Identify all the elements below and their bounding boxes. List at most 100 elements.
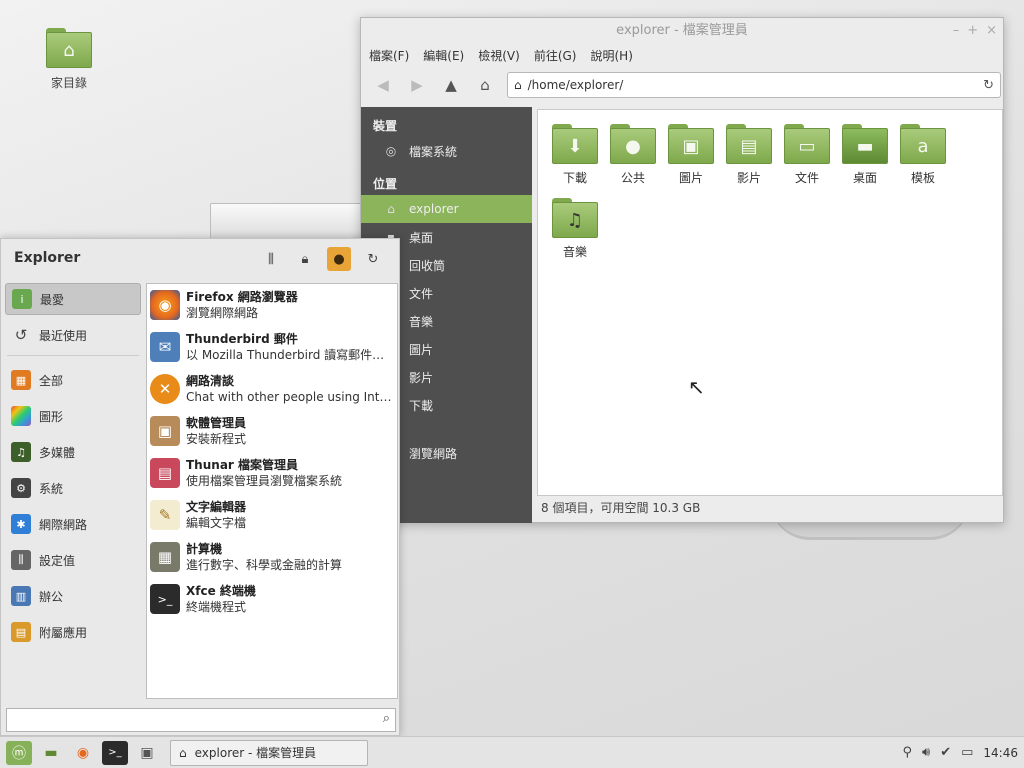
sidebar-item-label: 下載 bbox=[409, 398, 434, 413]
category-all[interactable]: ▦ 全部 bbox=[5, 364, 141, 396]
settings-manager-icon[interactable]: ⫼ bbox=[259, 247, 283, 271]
category-multimedia[interactable]: ♫ 多媒體 bbox=[5, 436, 141, 468]
application-menu: Explorer ⫼ 🔒︎ ● ↻ i 最愛 ↺ 最近使用 ▦ 全部 圖形 ♫ … bbox=[0, 238, 400, 736]
firefox-icon: ◉ bbox=[150, 290, 180, 320]
app-item-software-manager[interactable]: ▣ 軟體管理員安裝新程式 bbox=[147, 410, 397, 452]
app-item-thunar[interactable]: ▤ Thunar 檔案管理員 使用檔案管理員瀏覽檔案系統 bbox=[147, 452, 397, 494]
sidebar-item-explorer[interactable]: ⌂ explorer bbox=[361, 195, 532, 223]
search-input[interactable] bbox=[7, 709, 367, 731]
maximize-icon[interactable]: + bbox=[967, 18, 978, 44]
mint-menu-icon[interactable]: ⓜ bbox=[6, 740, 32, 765]
file-label: 下載 bbox=[562, 171, 587, 185]
menu-help[interactable]: 說明(H) bbox=[590, 47, 632, 64]
menubar: 檔案(F) 編輯(E) 檢視(V) 前往(G) 說明(H) bbox=[361, 44, 1003, 66]
close-icon[interactable]: × bbox=[986, 18, 997, 44]
category-divider bbox=[7, 355, 139, 356]
update-shield-icon[interactable]: ✔ bbox=[940, 745, 951, 760]
system-tray: ⚲ 🔊︎ ✔ ▭ 14:46 bbox=[902, 745, 1024, 760]
app-item-text-editor[interactable]: ✎ 文字編輯器 編輯文字檔 bbox=[147, 494, 397, 536]
music-folder-icon: ♫ bbox=[552, 198, 598, 238]
menu-username: Explorer bbox=[14, 250, 81, 266]
category-system[interactable]: ⚙ 系統 bbox=[5, 472, 141, 504]
office-icon: ▥ bbox=[11, 586, 31, 606]
category-office[interactable]: ▥ 辦公 bbox=[5, 580, 141, 612]
search-icon: ⌕ bbox=[382, 711, 390, 726]
category-graphics[interactable]: 圖形 bbox=[5, 400, 141, 432]
menu-edit[interactable]: 編輯(E) bbox=[423, 47, 464, 64]
app-name: 軟體管理員 bbox=[186, 416, 247, 430]
app-name: 計算機 bbox=[186, 542, 223, 556]
menu-view[interactable]: 檢視(V) bbox=[478, 47, 520, 64]
terminal-icon: >_ bbox=[150, 584, 180, 614]
lock-icon[interactable]: 🔒︎ bbox=[293, 247, 317, 271]
chat-icon: ✕ bbox=[150, 374, 180, 404]
app-item-firefox[interactable]: ◉ Firefox 網路瀏覽器 瀏覽網際網路 bbox=[147, 284, 397, 326]
firefox-launcher-icon[interactable]: ◉ bbox=[70, 741, 96, 765]
sidebar-item-label: 桌面 bbox=[409, 230, 434, 245]
app-item-terminal[interactable]: >_ Xfce 終端機 終端機程式 bbox=[147, 578, 397, 620]
file-item[interactable]: ● 公共 bbox=[604, 124, 662, 186]
menu-file[interactable]: 檔案(F) bbox=[369, 47, 409, 64]
desktop-home-icon[interactable]: ⌂ 家目錄 bbox=[38, 28, 100, 91]
app-desc: 安裝新程式 bbox=[186, 432, 247, 446]
file-manager-icon: ▤ bbox=[150, 458, 180, 488]
file-item[interactable]: ▬ 桌面 bbox=[836, 124, 894, 186]
reload-icon[interactable]: ↻ bbox=[983, 78, 994, 93]
forward-icon[interactable]: ▶ bbox=[403, 71, 431, 99]
location-bar[interactable]: ⌂ /home/explorer/ ↻ bbox=[507, 72, 1001, 98]
file-view[interactable]: ⬇ 下載 ● 公共 ▣ 圖片 ▤ 影片 ▭ 文件 ▬ 桌面 a 模板 ♫ 音樂 bbox=[537, 109, 1003, 496]
sidebar-item-filesystem[interactable]: ◎ 檔案系統 bbox=[361, 137, 532, 165]
minimize-icon[interactable]: – bbox=[953, 18, 960, 44]
file-label: 桌面 bbox=[852, 171, 877, 185]
up-icon[interactable]: ▲ bbox=[437, 71, 465, 99]
category-label: 網際網路 bbox=[39, 517, 88, 532]
location-home-icon: ⌂ bbox=[514, 78, 522, 92]
home-icon[interactable]: ⌂ bbox=[471, 71, 499, 99]
app-item-chat[interactable]: ✕ 網路清談 Chat with other people using Inter… bbox=[147, 368, 397, 410]
app-name: 網路清談 bbox=[186, 374, 235, 388]
app-item-calculator[interactable]: ▦ 計算機 進行數字、科學或金融的計算 bbox=[147, 536, 397, 578]
network-icon[interactable]: ⚲ bbox=[902, 745, 912, 760]
sidebar-item-label: 圖片 bbox=[409, 342, 434, 357]
battery-icon[interactable]: ▭ bbox=[961, 745, 973, 760]
file-item[interactable]: ▭ 文件 bbox=[778, 124, 836, 186]
category-accessories[interactable]: ▤ 附屬應用 bbox=[5, 616, 141, 648]
show-desktop-icon[interactable]: ▬ bbox=[38, 741, 64, 765]
file-item[interactable]: ▤ 影片 bbox=[720, 124, 778, 186]
mouse-cursor-icon: ↖ bbox=[688, 375, 705, 399]
menu-go[interactable]: 前往(G) bbox=[534, 47, 577, 64]
file-manager-launcher-icon[interactable]: ▣ bbox=[134, 741, 160, 765]
category-settings[interactable]: ⫼ 設定值 bbox=[5, 544, 141, 576]
volume-icon[interactable]: 🔊︎ bbox=[922, 745, 930, 760]
category-favorites[interactable]: i 最愛 bbox=[5, 283, 141, 315]
switch-user-icon[interactable]: ● bbox=[327, 247, 351, 271]
menu-actions: ⫼ 🔒︎ ● ↻ bbox=[259, 247, 385, 271]
internet-icon: ✱ bbox=[11, 514, 31, 534]
taskbar-window-button[interactable]: ⌂ explorer - 檔案管理員 bbox=[170, 739, 368, 766]
back-icon[interactable]: ◀ bbox=[369, 71, 397, 99]
desktop-folder-icon: ▬ bbox=[842, 124, 888, 164]
category-label: 系統 bbox=[39, 481, 64, 496]
app-desc: 終端機程式 bbox=[186, 600, 247, 614]
status-bar: 8 個項目，可用空間 10.3 GB bbox=[541, 501, 701, 515]
file-item[interactable]: a 模板 bbox=[894, 124, 952, 186]
file-item[interactable]: ⬇ 下載 bbox=[546, 124, 604, 186]
category-label: 附屬應用 bbox=[39, 625, 88, 640]
category-recent[interactable]: ↺ 最近使用 bbox=[5, 319, 141, 351]
app-item-thunderbird[interactable]: ✉ Thunderbird 郵件以 Mozilla Thunderbird 讀寫… bbox=[147, 326, 397, 368]
clock[interactable]: 14:46 bbox=[983, 746, 1018, 760]
home-icon: ⌂ bbox=[179, 745, 187, 760]
devices-header: 裝置 bbox=[373, 119, 398, 133]
terminal-launcher-icon[interactable]: >_ bbox=[102, 740, 128, 765]
sidebar-item-label: 影片 bbox=[409, 370, 434, 385]
window-title: explorer - 檔案管理員 – + × bbox=[361, 18, 1003, 44]
sidebar-item-label: 檔案系統 bbox=[409, 144, 458, 159]
file-item[interactable]: ♫ 音樂 bbox=[546, 198, 604, 260]
file-label: 模板 bbox=[910, 171, 935, 185]
logout-icon[interactable]: ↻ bbox=[361, 247, 385, 271]
category-label: 全部 bbox=[39, 373, 64, 388]
package-icon: ▣ bbox=[150, 416, 180, 446]
file-item[interactable]: ▣ 圖片 bbox=[662, 124, 720, 186]
category-label: 辦公 bbox=[39, 589, 64, 604]
category-internet[interactable]: ✱ 網際網路 bbox=[5, 508, 141, 540]
